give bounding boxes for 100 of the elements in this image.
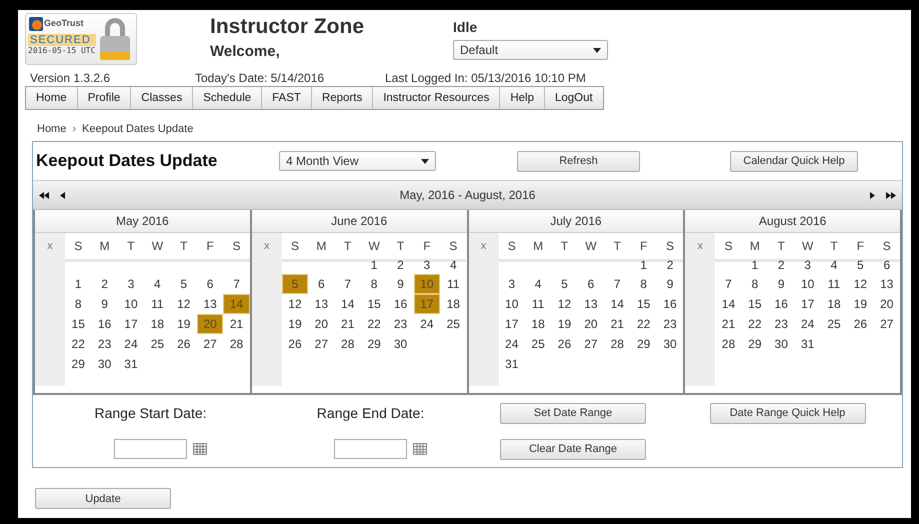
calendar-day[interactable]: 30 <box>658 335 682 353</box>
calendar-day[interactable]: 21 <box>224 315 249 333</box>
next-icon[interactable] <box>870 192 875 198</box>
calendar-day[interactable]: 9 <box>769 275 794 293</box>
refresh-button[interactable]: Refresh <box>517 150 640 172</box>
calendar-day[interactable]: 21 <box>605 315 630 333</box>
calendar-day[interactable]: 29 <box>66 355 90 373</box>
date-input-field[interactable] <box>334 439 407 459</box>
calendar-day[interactable]: 26 <box>172 335 196 353</box>
calendar-day[interactable]: 22 <box>362 315 386 333</box>
help-button[interactable]: Calendar Quick Help <box>730 150 858 172</box>
clear-range-button[interactable]: Clear Date Range <box>500 438 646 460</box>
calendar-day[interactable]: 17 <box>795 295 820 313</box>
calendar-day[interactable]: 16 <box>92 315 117 333</box>
calendar-day[interactable]: 12 <box>172 295 196 313</box>
calendar-icon[interactable] <box>193 443 207 455</box>
calendar-day[interactable]: 24 <box>795 315 820 333</box>
date-input-field[interactable] <box>114 439 187 459</box>
calendar-day[interactable]: 28 <box>716 335 741 353</box>
calendar-day[interactable]: 20 <box>309 315 334 333</box>
calendar-day[interactable]: 19 <box>848 295 873 313</box>
calendar-day[interactable]: 11 <box>441 275 466 293</box>
nav-item[interactable]: Instructor Resources <box>373 87 500 109</box>
calendar-day[interactable]: 26 <box>848 315 873 333</box>
nav-item[interactable]: Help <box>500 87 545 109</box>
calendar-day[interactable]: 8 <box>66 295 90 313</box>
calendar-day[interactable]: 1 <box>66 275 90 293</box>
calendar-day[interactable]: 22 <box>66 335 90 353</box>
calendar-day[interactable]: 21 <box>336 315 360 333</box>
calendar-day[interactable]: 29 <box>362 335 386 353</box>
calendar-day[interactable]: 31 <box>118 355 144 373</box>
calendar-day[interactable]: 27 <box>198 335 222 353</box>
calendar-day[interactable]: 17 <box>118 315 144 333</box>
calendar-day[interactable]: 12 <box>552 295 577 313</box>
nav-item[interactable]: Home <box>26 87 78 109</box>
calendar-day[interactable]: 10 <box>500 295 524 313</box>
calendar-day[interactable]: 11 <box>526 295 550 313</box>
calendar-day[interactable]: 13 <box>198 295 222 313</box>
calendar-day[interactable]: 30 <box>92 355 117 373</box>
calendar-day[interactable]: 4 <box>526 275 550 293</box>
calendar-day[interactable]: 16 <box>658 295 682 313</box>
last-page-icon[interactable] <box>886 192 896 198</box>
view-select[interactable]: 4 Month View <box>279 151 436 171</box>
calendar-day[interactable]: 22 <box>742 315 768 333</box>
calendar-day[interactable]: 16 <box>769 295 794 313</box>
calendar-day[interactable]: 11 <box>145 295 170 313</box>
set-range-button[interactable]: Set Date Range <box>500 402 646 424</box>
calendar-day[interactable]: 3 <box>500 275 524 293</box>
calendar-day[interactable]: 10 <box>795 275 820 293</box>
calendar-day[interactable]: 18 <box>822 295 846 313</box>
calendar-day[interactable]: 15 <box>742 295 768 313</box>
calendar-day[interactable]: 13 <box>578 295 604 313</box>
calendar-day[interactable]: 19 <box>552 315 577 333</box>
calendar-day[interactable]: 24 <box>500 335 524 353</box>
calendar-day[interactable]: 25 <box>822 315 846 333</box>
calendar-day[interactable]: 14 <box>336 295 360 313</box>
calendar-day[interactable]: 4 <box>145 275 170 293</box>
nav-item[interactable]: Reports <box>312 87 374 109</box>
calendar-day[interactable]: 9 <box>92 295 117 313</box>
security-seal[interactable]: GeoTrust SECURED 2016-05-15 UTC <box>25 13 137 65</box>
profile-select[interactable]: Default <box>453 40 608 60</box>
calendar-day[interactable]: 6 <box>198 275 222 293</box>
calendar-day[interactable]: 27 <box>874 315 899 333</box>
calendar-day[interactable]: 3 <box>118 275 144 293</box>
calendar-day[interactable]: 31 <box>500 355 524 373</box>
nav-item[interactable]: Schedule <box>193 87 262 109</box>
calendar-day[interactable]: 28 <box>605 335 630 353</box>
calendar-day[interactable]: 25 <box>145 335 170 353</box>
calendar-day[interactable]: 14 <box>605 295 630 313</box>
calendar-day[interactable]: 9 <box>658 275 682 293</box>
calendar-day[interactable]: 29 <box>631 335 656 353</box>
calendar-day[interactable]: 18 <box>145 315 170 333</box>
calendar-day[interactable]: 8 <box>362 275 386 293</box>
calendar-day[interactable]: 13 <box>309 295 334 313</box>
calendar-day[interactable]: 14 <box>716 295 741 313</box>
previous-icon[interactable] <box>60 192 65 198</box>
calendar-day[interactable]: 2 <box>92 275 117 293</box>
calendar-day[interactable]: 18 <box>441 295 466 313</box>
calendar-day[interactable]: 25 <box>441 315 466 333</box>
calendar-day[interactable]: 24 <box>118 335 144 353</box>
nav-item[interactable]: Classes <box>131 87 194 109</box>
calendar-day[interactable]: 6 <box>578 275 604 293</box>
calendar-day[interactable]: 29 <box>742 335 768 353</box>
calendar-day[interactable]: 31 <box>795 335 820 353</box>
calendar-day[interactable]: 7 <box>224 275 249 293</box>
calendar-day[interactable]: 23 <box>388 315 413 333</box>
calendar-day[interactable]: 11 <box>822 275 846 293</box>
calendar-day[interactable]: 16 <box>388 295 413 313</box>
breadcrumb-link[interactable]: Home <box>37 123 66 135</box>
calendar-day[interactable]: 5 <box>552 275 577 293</box>
calendar-day[interactable]: 10 <box>118 295 144 313</box>
calendar-day[interactable]: 23 <box>769 315 794 333</box>
calendar-day[interactable]: 27 <box>578 335 604 353</box>
calendar-day[interactable]: 26 <box>282 335 308 353</box>
calendar-day[interactable]: 7 <box>336 275 360 293</box>
calendar-day[interactable]: 27 <box>309 335 334 353</box>
calendar-day[interactable]: 15 <box>362 295 386 313</box>
calendar-day[interactable]: 15 <box>66 315 90 333</box>
nav-item[interactable]: Profile <box>78 87 132 109</box>
calendar-day[interactable]: 8 <box>742 275 768 293</box>
